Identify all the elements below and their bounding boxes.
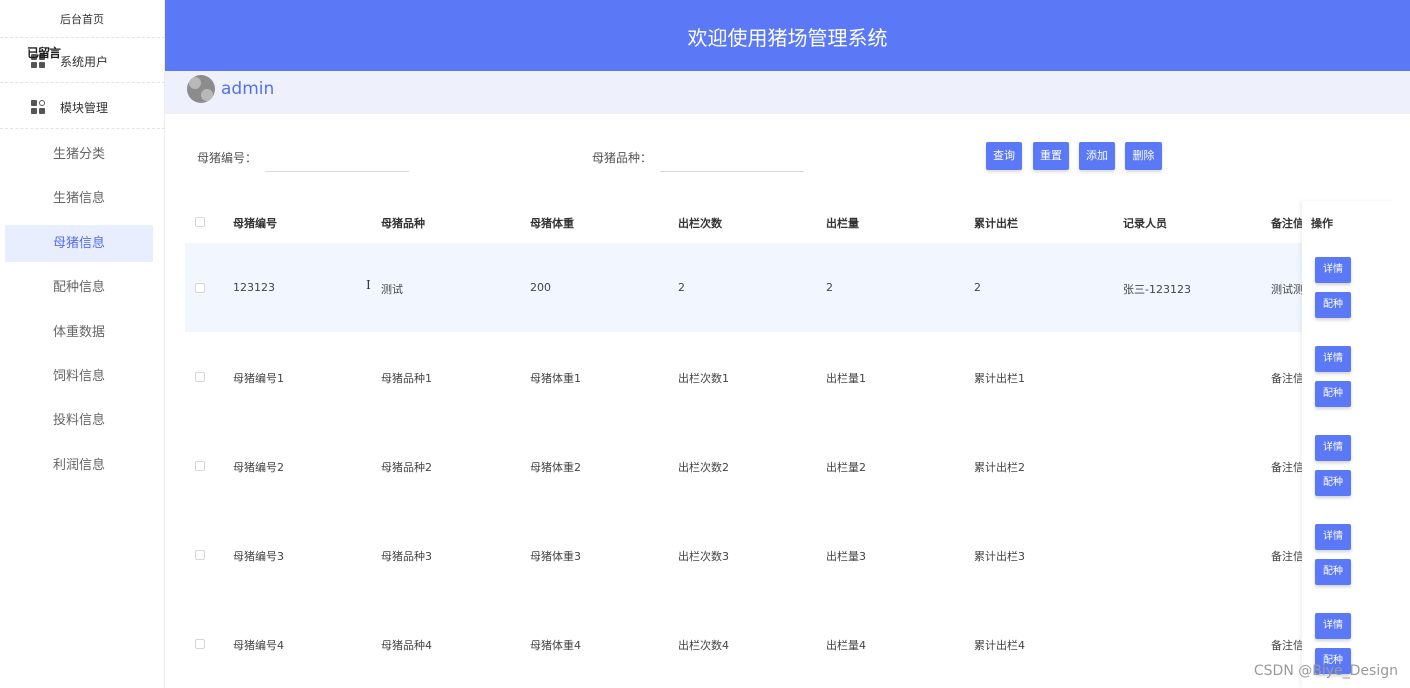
sidebar-item-module-mgmt[interactable]: 模块管理	[0, 84, 165, 129]
delete-button[interactable]: 删除	[1125, 142, 1162, 170]
table-cell: 123123	[233, 281, 275, 294]
sow-breed-input[interactable]	[660, 144, 804, 172]
text-cursor-icon: I	[366, 278, 371, 292]
col-header: 出栏量	[826, 217, 859, 230]
sidebar-subitem-feed-info[interactable]: 饲料信息	[5, 358, 153, 395]
table-cell: 出栏量4	[826, 639, 866, 652]
select-all-checkbox[interactable]	[195, 217, 205, 227]
table-cell: 母猪编号1	[233, 372, 284, 385]
sidebar-subitem-pig-info[interactable]: 生猪信息	[5, 180, 153, 217]
table-cell: 备注信	[1271, 639, 1303, 652]
sidebar-item-home[interactable]: 后台首页	[0, 0, 165, 38]
table-cell: 出栏量2	[826, 461, 866, 474]
table-cell: 出栏次数4	[678, 639, 729, 652]
sidebar-item-label: 模块管理	[60, 101, 109, 115]
row-checkbox[interactable]	[195, 283, 205, 293]
sow-id-label: 母猪编号：	[197, 151, 258, 165]
user-bar: admin	[165, 71, 1410, 114]
row-checkbox[interactable]	[195, 550, 205, 560]
reset-button[interactable]: 重置	[1033, 142, 1069, 170]
table-cell: 测试	[381, 283, 403, 296]
table-cell: 母猪体重3	[530, 550, 581, 563]
page-title: 欢迎使用猪场管理系统	[687, 26, 888, 50]
table-row[interactable]: 母猪编号1 母猪品种1 母猪体重1 出栏次数1 出栏量1 累计出栏1 备注信	[185, 332, 1392, 421]
sidebar-subitem-profit-info[interactable]: 利润信息	[5, 447, 153, 484]
table-cell: 母猪体重4	[530, 639, 581, 652]
col-header: 累计出栏	[974, 217, 1018, 230]
table-cell: 累计出栏2	[974, 461, 1025, 474]
row-checkbox[interactable]	[195, 639, 205, 649]
table-cell: 累计出栏1	[974, 372, 1025, 385]
table-cell: 母猪编号4	[233, 639, 284, 652]
table-row[interactable]: 母猪编号2 母猪品种2 母猪体重2 出栏次数2 出栏量2 累计出栏2 备注信	[185, 421, 1392, 510]
sow-breed-label: 母猪品种：	[592, 151, 653, 165]
col-header: 出栏次数	[678, 217, 722, 230]
table-cell: 备注信	[1271, 372, 1303, 385]
query-button[interactable]: 查询	[986, 142, 1022, 170]
row-checkbox[interactable]	[195, 461, 205, 471]
table-cell: 累计出栏3	[974, 550, 1025, 563]
sidebar-item-system-users[interactable]: 系统用户	[0, 38, 165, 83]
sidebar-subitem-weight-data[interactable]: 体重数据	[5, 314, 153, 351]
breed-button[interactable]: 配种	[1315, 381, 1351, 407]
table-cell: 母猪编号3	[233, 550, 284, 563]
sidebar-subitem-breeding-info[interactable]: 配种信息	[5, 269, 153, 306]
breed-button[interactable]: 配种	[1315, 470, 1351, 496]
col-header: 备注信	[1271, 217, 1303, 230]
operations-column: 操作 详情 配种 详情 配种 详情 配种 详情 配种 详情 配种	[1302, 201, 1392, 688]
table-cell: 母猪品种2	[381, 461, 432, 474]
table-row[interactable]: 母猪编号3 母猪品种3 母猪体重3 出栏次数3 出栏量3 累计出栏3 备注信	[185, 510, 1392, 599]
table-cell: 2	[826, 281, 833, 294]
col-header: 母猪品种	[381, 217, 425, 230]
table-cell: 出栏量3	[826, 550, 866, 563]
sow-id-input[interactable]	[265, 144, 409, 172]
table-header: 母猪编号 母猪品种 母猪体重 出栏次数 出栏量 累计出栏 记录人员 备注信	[185, 201, 1392, 243]
table-cell: 累计出栏4	[974, 639, 1025, 652]
table-row[interactable]: 母猪编号4 母猪品种4 母猪体重4 出栏次数4 出栏量4 累计出栏4 备注信	[185, 599, 1392, 688]
table-cell: 母猪品种4	[381, 639, 432, 652]
detail-button[interactable]: 详情	[1315, 435, 1351, 461]
table-cell: 母猪品种1	[381, 372, 432, 385]
main-content: 母猪编号： 母猪品种： 查询 重置 添加 删除 母猪编号 母猪品种 母猪体重 出…	[171, 114, 1410, 688]
sidebar: 后台首页 系统用户 已留言 模块管理 生猪分类 生猪信息 母猪信息 配种信息 体…	[0, 0, 165, 688]
table-cell: 出栏量1	[826, 372, 866, 385]
col-header: 母猪编号	[233, 217, 277, 230]
table-cell: 出栏次数2	[678, 461, 729, 474]
table-cell: 备注信	[1271, 461, 1303, 474]
breed-button[interactable]: 配种	[1315, 559, 1351, 585]
row-checkbox[interactable]	[195, 372, 205, 382]
header-bar: 欢迎使用猪场管理系统	[165, 0, 1410, 71]
module-icon	[31, 100, 45, 114]
watermark: CSDN @Biye_Design	[1253, 663, 1398, 679]
table-cell: 2	[678, 281, 685, 294]
table-cell: 200	[530, 281, 551, 294]
table-cell: 2	[974, 281, 981, 294]
col-header: 记录人员	[1123, 217, 1167, 230]
sidebar-subitem-pig-category[interactable]: 生猪分类	[5, 136, 153, 173]
table-cell: 母猪编号2	[233, 461, 284, 474]
detail-button[interactable]: 详情	[1315, 613, 1351, 639]
table-cell: 母猪品种3	[381, 550, 432, 563]
table-cell: 母猪体重2	[530, 461, 581, 474]
add-button[interactable]: 添加	[1079, 142, 1115, 170]
sidebar-subitem-feeding-info[interactable]: 投料信息	[5, 402, 153, 439]
overlay-text: 已留言	[27, 46, 61, 60]
breed-button[interactable]: 配种	[1315, 292, 1351, 318]
table-cell: 测试测	[1271, 283, 1303, 296]
table-cell: 母猪体重1	[530, 372, 581, 385]
detail-button[interactable]: 详情	[1315, 346, 1351, 372]
detail-button[interactable]: 详情	[1315, 257, 1351, 283]
col-header: 母猪体重	[530, 217, 574, 230]
sidebar-home-label: 后台首页	[60, 13, 104, 26]
sidebar-subitem-sow-info[interactable]: 母猪信息	[5, 225, 153, 262]
sidebar-item-label: 系统用户	[60, 55, 109, 69]
table-cell: 出栏次数1	[678, 372, 729, 385]
table-cell: 备注信	[1271, 550, 1303, 563]
col-header-operations: 操作	[1311, 217, 1333, 230]
username[interactable]: admin	[221, 79, 274, 99]
table-cell: 张三-123123	[1123, 283, 1191, 296]
detail-button[interactable]: 详情	[1315, 524, 1351, 550]
avatar[interactable]	[187, 75, 215, 103]
table-cell: 出栏次数3	[678, 550, 729, 563]
